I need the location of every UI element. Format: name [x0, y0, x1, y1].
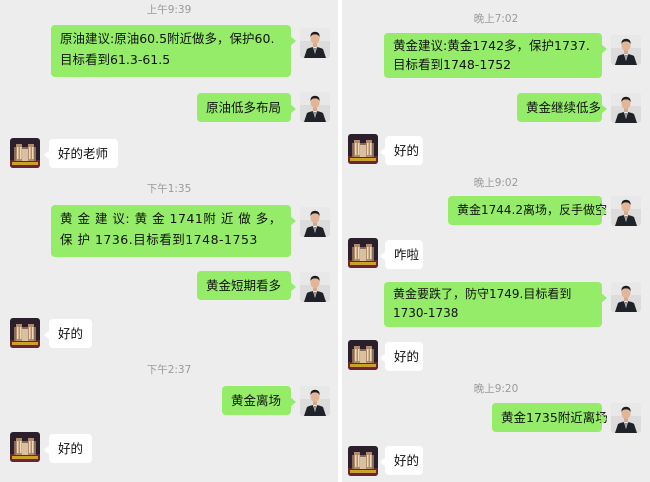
message-bubble-outgoing[interactable]: 黄金1744.2离场，反手做空 [448, 196, 607, 225]
timestamp: 上午9:39 [146, 4, 192, 16]
timestamp: 下午2:37 [146, 364, 192, 376]
message-bubble-outgoing[interactable]: 黄金要跌了，防守1749.目标看到1730-1738 [384, 282, 607, 327]
message-bubble-incoming[interactable]: 好的老师 [44, 139, 118, 168]
message-bubble-outgoing[interactable]: 黄 金 建 议: 黄 金 1741附 近 做 多，保 护 1736.目标看到17… [51, 205, 296, 257]
message-bubble-outgoing[interactable]: 黄金离场 [222, 386, 296, 415]
analyst-avatar-icon[interactable] [300, 28, 330, 58]
building-avatar-icon[interactable] [10, 318, 40, 348]
message-bubble-incoming[interactable]: 好的 [44, 319, 92, 348]
message-bubble-outgoing[interactable]: 黄金1735附近离场 [492, 403, 608, 432]
building-avatar-icon[interactable] [348, 446, 378, 476]
analyst-avatar-icon[interactable] [611, 196, 641, 226]
analyst-avatar-icon[interactable] [611, 282, 641, 312]
analyst-avatar-icon[interactable] [611, 93, 641, 123]
building-avatar-icon[interactable] [10, 432, 40, 462]
timestamp: 晚上7:02 [473, 13, 519, 25]
analyst-avatar-icon[interactable] [300, 207, 330, 237]
analyst-avatar-icon[interactable] [300, 272, 330, 302]
chat-panel-right: 晚上7:02 黄金建议:黄金1742多，保护1737.目标看到1748-1752… [342, 0, 650, 482]
message-bubble-outgoing[interactable]: 原油低多布局 [197, 93, 296, 122]
message-bubble-outgoing[interactable]: 黄金继续低多 [517, 93, 607, 122]
message-bubble-outgoing[interactable]: 黄金建议:黄金1742多，保护1737.目标看到1748-1752 [384, 33, 607, 78]
building-avatar-icon[interactable] [348, 340, 378, 370]
message-bubble-incoming[interactable]: 好的 [44, 434, 92, 463]
analyst-avatar-icon[interactable] [300, 92, 330, 122]
building-avatar-icon[interactable] [348, 134, 378, 164]
message-bubble-outgoing[interactable]: 黄金短期看多 [197, 271, 296, 300]
message-bubble-incoming[interactable]: 好的 [380, 446, 423, 475]
message-bubble-incoming[interactable]: 咋啦 [380, 240, 423, 269]
analyst-avatar-icon[interactable] [611, 403, 641, 433]
timestamp: 晚上9:20 [473, 383, 519, 395]
message-bubble-outgoing[interactable]: 原油建议:原油60.5附近做多，保护60.目标看到61.3-61.5 [51, 25, 296, 77]
building-avatar-icon[interactable] [348, 238, 378, 268]
analyst-avatar-icon[interactable] [611, 35, 641, 65]
timestamp: 下午1:35 [146, 183, 192, 195]
building-avatar-icon[interactable] [10, 138, 40, 168]
analyst-avatar-icon[interactable] [300, 386, 330, 416]
message-bubble-incoming[interactable]: 好的 [380, 136, 423, 165]
timestamp: 晚上9:02 [473, 177, 519, 189]
chat-panel-left: 上午9:39 原油建议:原油60.5附近做多，保护60.目标看到61.3-61.… [0, 0, 338, 482]
message-bubble-incoming[interactable]: 好的 [380, 342, 423, 371]
